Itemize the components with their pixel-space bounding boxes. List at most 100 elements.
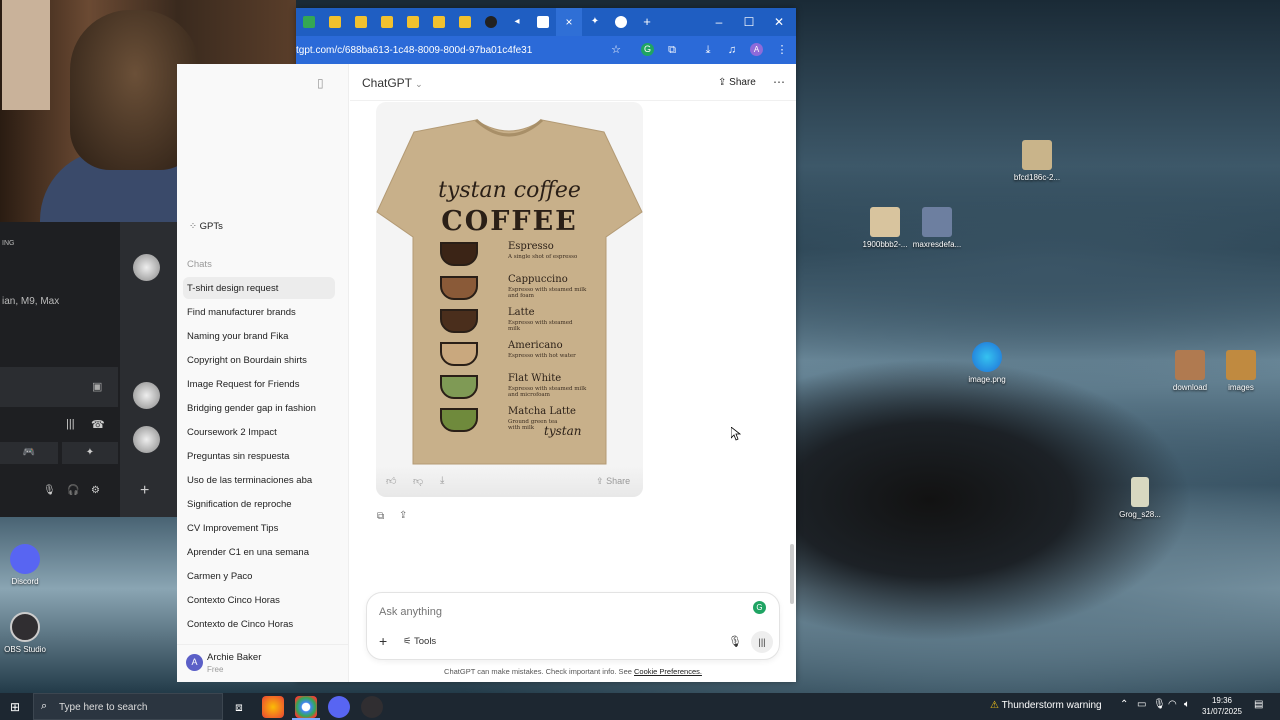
chat-item[interactable]: Find manufacturer brands [183, 301, 335, 323]
generated-image[interactable]: tystan coffee COFFEE Espresso A single s… [376, 102, 643, 497]
soundwave-icon[interactable]: ||| [66, 418, 75, 430]
gear-icon[interactable]: ⚙ [91, 485, 100, 496]
download-icon[interactable]: ⤓ [440, 475, 444, 486]
desktop-file-icon[interactable]: image.png [952, 342, 1022, 384]
tab-close[interactable]: × [556, 8, 582, 36]
screen-icon[interactable]: ▣ [92, 380, 102, 393]
chat-item[interactable]: Naming your brand Fika [183, 325, 335, 347]
tab[interactable] [374, 8, 400, 36]
gpts-link[interactable]: ⁘ GPTs [189, 221, 223, 232]
tab[interactable] [322, 8, 348, 36]
copilot-icon[interactable] [262, 696, 284, 718]
chat-item[interactable]: Coursework 2 Impact [183, 421, 335, 443]
avatar[interactable] [133, 426, 160, 453]
chat-item[interactable]: Image Request for Friends [183, 373, 335, 395]
tab[interactable] [348, 8, 374, 36]
scrollbar[interactable] [790, 544, 794, 604]
close-window-button[interactable]: ✕ [764, 8, 794, 36]
image-thumbnail-icon [1226, 350, 1256, 380]
more-options-icon[interactable]: ⋯ [773, 75, 785, 89]
chrome-icon[interactable] [295, 696, 317, 718]
desktop-file-icon[interactable]: bfcd186c-2... [1002, 140, 1072, 182]
tray-chevron-icon[interactable]: ⌃ [1120, 699, 1128, 710]
tab[interactable] [400, 8, 426, 36]
espresso-cup-icon [440, 242, 478, 266]
toggle-sidebar-icon[interactable]: ▯ [317, 76, 324, 90]
minimize-button[interactable]: – [704, 8, 734, 36]
star-icon[interactable]: ☆ [608, 42, 624, 58]
volume-icon[interactable]: 🔈︎ [1184, 699, 1190, 710]
chat-item[interactable]: Uso de las terminaciones aba [183, 469, 335, 491]
soundboard-button[interactable]: ✦ [62, 442, 118, 464]
chat-item[interactable]: Signification de reproche [183, 493, 335, 515]
extensions-icon[interactable]: ⧉ [664, 42, 680, 58]
hangup-icon[interactable]: ☎ [91, 418, 105, 431]
tab[interactable] [478, 8, 504, 36]
avatar[interactable] [133, 382, 160, 409]
chat-item[interactable]: Carmen y Paco [183, 565, 335, 587]
avatar[interactable] [133, 254, 160, 281]
network-icon[interactable]: ▭ [1137, 699, 1146, 710]
cappuccino-cup-icon [440, 276, 478, 300]
weather-widget[interactable]: ⚠ Thunderstorm warning [990, 700, 1102, 711]
microphone-icon[interactable]: 🎙 [43, 485, 56, 496]
desktop-file-icon[interactable]: maxresdefa... [902, 207, 972, 249]
tshirt-script-title: tystan coffee [438, 178, 581, 203]
tab[interactable]: ✦ [582, 8, 608, 36]
tab[interactable] [296, 8, 322, 36]
chat-item[interactable]: Copyright on Bourdain shirts [183, 349, 335, 371]
chat-item[interactable]: T-shirt design request [183, 277, 335, 299]
thumbs-down-icon[interactable]: 👎︎ [413, 475, 423, 487]
desktop-app-icon[interactable]: Discord [0, 544, 60, 586]
cookie-preferences-link[interactable]: Cookie Preferences. [634, 667, 702, 676]
maximize-button[interactable]: ☐ [734, 8, 764, 36]
grammarly-icon[interactable]: G [641, 43, 654, 56]
user-profile[interactable]: A Archie Baker Free [177, 644, 348, 682]
grammarly-icon[interactable]: G [753, 601, 766, 614]
chat-item[interactable]: Contexto Cinco Horas [183, 589, 335, 611]
tab[interactable] [426, 8, 452, 36]
chat-item[interactable]: Aprender C1 en una semana [183, 541, 335, 563]
notifications-icon[interactable]: ▤ [1254, 699, 1263, 710]
image-share-button[interactable]: ⇪ Share [596, 476, 630, 487]
voice-mode-button[interactable]: ||| [751, 631, 773, 653]
copy-icon[interactable]: ⧉ [377, 511, 384, 522]
new-tab-button[interactable]: + [634, 8, 660, 36]
tab[interactable] [452, 8, 478, 36]
add-server-icon[interactable]: + [140, 482, 149, 500]
desktop-app-icon[interactable]: OBS Studio [0, 612, 60, 654]
discord-icon[interactable] [328, 696, 350, 718]
chat-item[interactable]: Preguntas sin respuesta [183, 445, 335, 467]
thumbs-up-icon[interactable]: 👍︎ [386, 475, 396, 487]
tab[interactable] [530, 8, 556, 36]
address-bar[interactable]: tgpt.com/c/688ba613-1c48-8009-800d-97ba0… [296, 36, 796, 64]
taskbar-search[interactable]: ⌕ Type here to search [33, 693, 223, 720]
microphone-icon[interactable]: 🎙︎ [728, 635, 742, 648]
wifi-icon[interactable]: ◠ [1168, 699, 1177, 710]
prompt-input[interactable] [379, 603, 739, 621]
media-icon[interactable]: ♫ [724, 42, 740, 58]
profile-avatar[interactable]: A [750, 43, 763, 56]
chat-item[interactable]: CV Improvement Tips [183, 517, 335, 539]
microphone-icon[interactable]: 🎙︎ [1153, 699, 1166, 710]
menu-dots-icon[interactable]: ⋮ [774, 42, 790, 58]
chat-item[interactable]: Contexto de Cinco Horas [183, 613, 335, 635]
desktop-file-icon[interactable]: Grog_s28... [1105, 477, 1175, 519]
tab[interactable] [608, 8, 634, 36]
obs-icon[interactable] [361, 696, 383, 718]
start-button[interactable]: ⊞ [4, 696, 26, 718]
task-view-icon[interactable]: ⧈ [228, 696, 250, 718]
activity-button[interactable]: 🎮 [0, 442, 58, 464]
tools-button[interactable]: ⚟ Tools [403, 636, 436, 647]
share-icon[interactable]: ⇪ [399, 510, 407, 521]
model-selector[interactable]: ChatGPT ⌄ [362, 76, 423, 90]
add-attachment-icon[interactable]: + [379, 633, 387, 649]
share-button[interactable]: ⇪ Share [718, 77, 756, 88]
chat-item[interactable]: Bridging gender gap in fashion [183, 397, 335, 419]
clock[interactable]: 19:36 31/07/2025 [1198, 695, 1246, 717]
desktop-file-icon[interactable]: images [1206, 350, 1276, 392]
headphones-icon[interactable]: 🎧 [67, 485, 79, 496]
tab[interactable]: ◂ [504, 8, 530, 36]
download-icon[interactable]: ⤓ [700, 42, 716, 58]
sliders-icon: ⚟ [403, 636, 412, 647]
